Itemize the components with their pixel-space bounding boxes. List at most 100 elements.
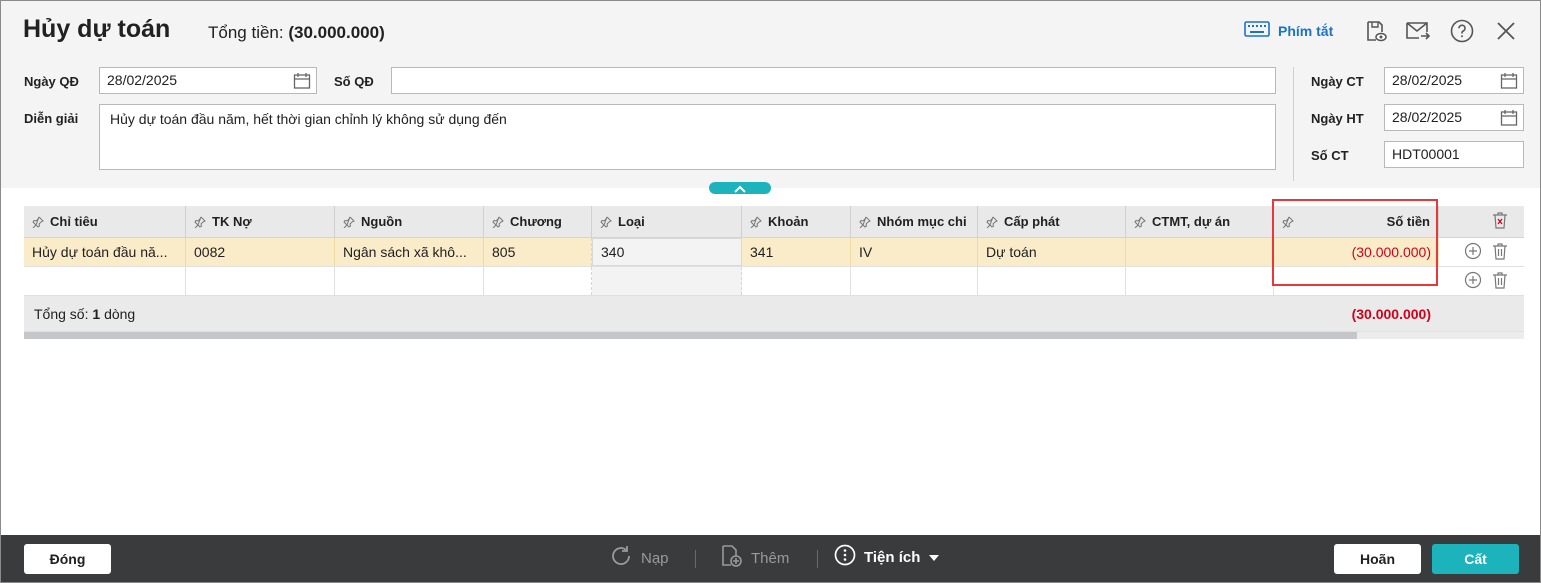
cell-empty[interactable] (978, 267, 1126, 295)
column-label: Số tiền (1386, 214, 1430, 229)
column-header-nguon[interactable]: Nguồn (335, 206, 484, 237)
pin-icon[interactable] (194, 216, 206, 228)
page-title: Hủy dự toán (23, 15, 171, 43)
header-panel: Hủy dự toán Tổng tiền: (30.000.000) Phím… (1, 1, 1540, 188)
ngay-ct-field[interactable]: 28/02/2025 (1384, 67, 1524, 94)
pin-icon[interactable] (600, 216, 612, 228)
total-value: (30.000.000) (288, 23, 385, 42)
ngay-ht-value: 28/02/2025 (1392, 109, 1463, 125)
delete-row-icon[interactable] (1492, 242, 1508, 263)
pin-icon[interactable] (343, 216, 355, 228)
table-row[interactable]: Hủy dự toán đầu nă... 0082 Ngân sách xã … (24, 238, 1524, 267)
column-header-tk-no[interactable]: TK Nợ (186, 206, 335, 237)
calendar-icon[interactable] (1500, 72, 1518, 90)
cell-empty[interactable] (335, 267, 484, 295)
add-row-icon[interactable] (1464, 242, 1482, 263)
cell-ctmt-du-an[interactable] (1126, 238, 1274, 266)
column-label: TK Nợ (212, 214, 252, 229)
scrollbar-thumb[interactable] (24, 332, 1357, 339)
delete-all-icon[interactable] (1492, 211, 1508, 232)
close-button[interactable]: Đóng (24, 544, 111, 574)
calendar-icon[interactable] (1500, 109, 1518, 127)
bottom-toolbar: Đóng Nạp Thêm Tiện ích Hoãn Cất (1, 535, 1540, 582)
so-ct-value: HDT00001 (1392, 146, 1460, 162)
column-header-chuong[interactable]: Chương (484, 206, 592, 237)
grid-header: Chỉ tiêu TK Nợ Nguồn Chương Loại Khoản N… (24, 206, 1524, 238)
column-header-so-tien[interactable]: Số tiền (1274, 206, 1439, 237)
ngay-ht-field[interactable]: 28/02/2025 (1384, 104, 1524, 131)
ngay-ht-label: Ngày HT (1311, 111, 1364, 126)
row-count-label: Tổng số: (34, 305, 89, 322)
add-row-icon[interactable] (1464, 271, 1482, 292)
so-ct-field[interactable]: HDT00001 (1384, 141, 1524, 168)
cell-empty[interactable] (24, 267, 186, 295)
cell-empty[interactable] (484, 267, 592, 295)
column-label: Chương (510, 214, 562, 229)
grid-total-amount: (30.000.000) (1351, 305, 1431, 322)
cell-so-tien[interactable]: (30.000.000) (1274, 238, 1439, 266)
total-label: Tổng tiền: (208, 23, 284, 42)
cell-tk-no[interactable]: 0082 (186, 238, 335, 266)
cell-empty[interactable] (186, 267, 335, 295)
help-icon[interactable] (1449, 18, 1475, 44)
pin-icon[interactable] (492, 216, 504, 228)
calendar-icon[interactable] (293, 72, 311, 90)
dien-giai-label: Diễn giải (24, 111, 79, 126)
column-label: Nhóm mục chi (877, 214, 967, 229)
delete-row-icon[interactable] (1492, 271, 1508, 292)
cell-loai[interactable]: 340 (592, 238, 742, 266)
cell-empty[interactable] (742, 267, 851, 295)
dien-giai-field[interactable]: Hủy dự toán đầu năm, hết thời gian chỉnh… (99, 104, 1276, 170)
row-actions (1439, 238, 1524, 266)
pin-icon[interactable] (1282, 216, 1294, 228)
cell-empty[interactable] (592, 267, 742, 295)
detail-grid: Chỉ tiêu TK Nợ Nguồn Chương Loại Khoản N… (24, 206, 1524, 339)
collapse-header-button[interactable] (709, 182, 771, 194)
cell-nhom-muc-chi[interactable]: IV (851, 238, 978, 266)
ngay-qd-value: 28/02/2025 (107, 72, 178, 88)
close-icon[interactable] (1493, 18, 1519, 44)
horizontal-scrollbar[interactable] (24, 332, 1524, 339)
reload-label: Nạp (641, 549, 669, 567)
row-count: Tổng số: 1 dòng (24, 306, 1274, 322)
shortcut-label: Phím tắt (1278, 22, 1334, 39)
pin-icon[interactable] (750, 216, 762, 228)
add-label: Thêm (751, 549, 790, 567)
column-header-ctmt-du-an[interactable]: CTMT, dự án (1126, 206, 1274, 237)
pin-icon[interactable] (32, 216, 44, 228)
column-label: CTMT, dự án (1152, 214, 1231, 229)
cell-cap-phat[interactable]: Dự toán (978, 238, 1126, 266)
grid-footer: Tổng số: 1 dòng (30.000.000) (24, 296, 1524, 332)
table-row-empty[interactable] (24, 267, 1524, 296)
chevron-up-icon (733, 180, 747, 196)
so-qd-field[interactable] (391, 67, 1276, 94)
so-qd-label: Số QĐ (334, 74, 374, 89)
toolbar-divider (695, 550, 696, 568)
form-divider (1293, 67, 1294, 181)
pin-icon[interactable] (859, 216, 871, 228)
column-header-cap-phat[interactable]: Cấp phát (978, 206, 1126, 237)
pin-icon[interactable] (986, 216, 998, 228)
cell-empty[interactable] (1126, 267, 1274, 295)
add-button[interactable]: Thêm (719, 544, 789, 572)
ngay-qd-field[interactable]: 28/02/2025 (99, 67, 317, 94)
column-header-loai[interactable]: Loại (592, 206, 742, 237)
cell-empty[interactable] (851, 267, 978, 295)
view-attachment-icon[interactable] (1362, 18, 1388, 44)
cancel-button[interactable]: Hoãn (1334, 544, 1421, 574)
column-header-nhom-muc-chi[interactable]: Nhóm mục chi (851, 206, 978, 237)
cell-chuong[interactable]: 805 (484, 238, 592, 266)
pin-icon[interactable] (1134, 216, 1146, 228)
utilities-menu[interactable]: Tiện ích (834, 544, 940, 570)
cell-empty[interactable] (1274, 267, 1439, 295)
shortcut-button[interactable]: Phím tắt (1244, 21, 1333, 40)
cell-chi-tieu[interactable]: Hủy dự toán đầu nă... (24, 238, 186, 266)
cell-nguon[interactable]: Ngân sách xã khô... (335, 238, 484, 266)
column-header-khoan[interactable]: Khoản (742, 206, 851, 237)
column-header-chi-tieu[interactable]: Chỉ tiêu (24, 206, 186, 237)
save-button[interactable]: Cất (1432, 544, 1519, 574)
voucher-window: Hủy dự toán Tổng tiền: (30.000.000) Phím… (0, 0, 1541, 583)
cell-khoan[interactable]: 341 (742, 238, 851, 266)
mail-forward-icon[interactable] (1405, 18, 1431, 44)
reload-button[interactable]: Nạp (609, 544, 669, 572)
